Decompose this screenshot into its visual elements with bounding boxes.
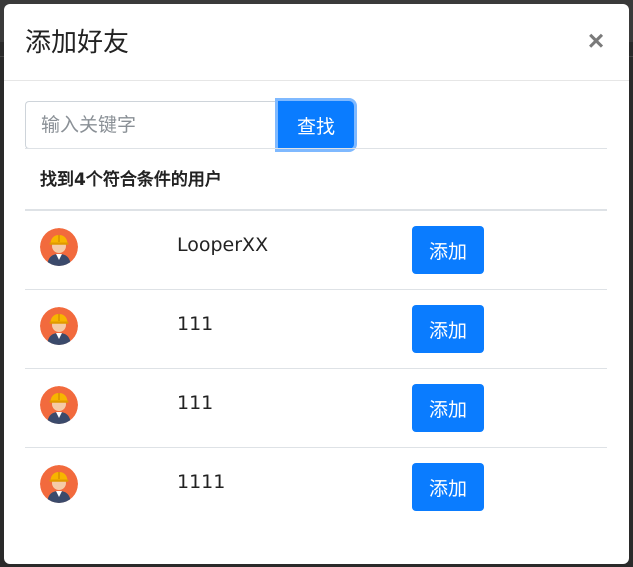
user-row: LooperXX 添加 xyxy=(25,211,607,290)
add-friend-button[interactable]: 添加 xyxy=(412,463,484,511)
user-row: 111 添加 xyxy=(25,369,607,448)
results-divider xyxy=(25,148,607,149)
add-friend-button[interactable]: 添加 xyxy=(412,384,484,432)
search-group: 查找 xyxy=(25,101,365,149)
results-count-header: 找到4个符合条件的用户 xyxy=(40,170,222,190)
worker-avatar-icon xyxy=(40,228,78,266)
worker-avatar-icon xyxy=(40,386,78,424)
modal-header: 添加好友 × xyxy=(4,4,629,81)
close-button[interactable]: × xyxy=(583,26,609,56)
add-friend-button[interactable]: 添加 xyxy=(412,226,484,274)
user-name: 111 xyxy=(177,313,214,335)
add-friend-modal: 添加好友 × 查找 找到4个符合条件的用户 LooperXX 添加 111 添加 1… xyxy=(4,4,629,564)
user-row: 1111 添加 xyxy=(25,448,607,527)
worker-avatar-icon xyxy=(40,465,78,503)
user-name: LooperXX xyxy=(177,234,269,256)
search-button[interactable]: 查找 xyxy=(278,101,354,149)
worker-avatar-icon xyxy=(40,307,78,345)
user-row: 111 添加 xyxy=(25,290,607,369)
user-list: LooperXX 添加 111 添加 111 添加 1111 添加 xyxy=(25,211,607,527)
modal-title: 添加好友 xyxy=(25,28,130,58)
add-friend-button[interactable]: 添加 xyxy=(412,305,484,353)
search-input[interactable] xyxy=(25,101,278,149)
user-name: 111 xyxy=(177,392,214,414)
user-name: 1111 xyxy=(177,471,226,493)
